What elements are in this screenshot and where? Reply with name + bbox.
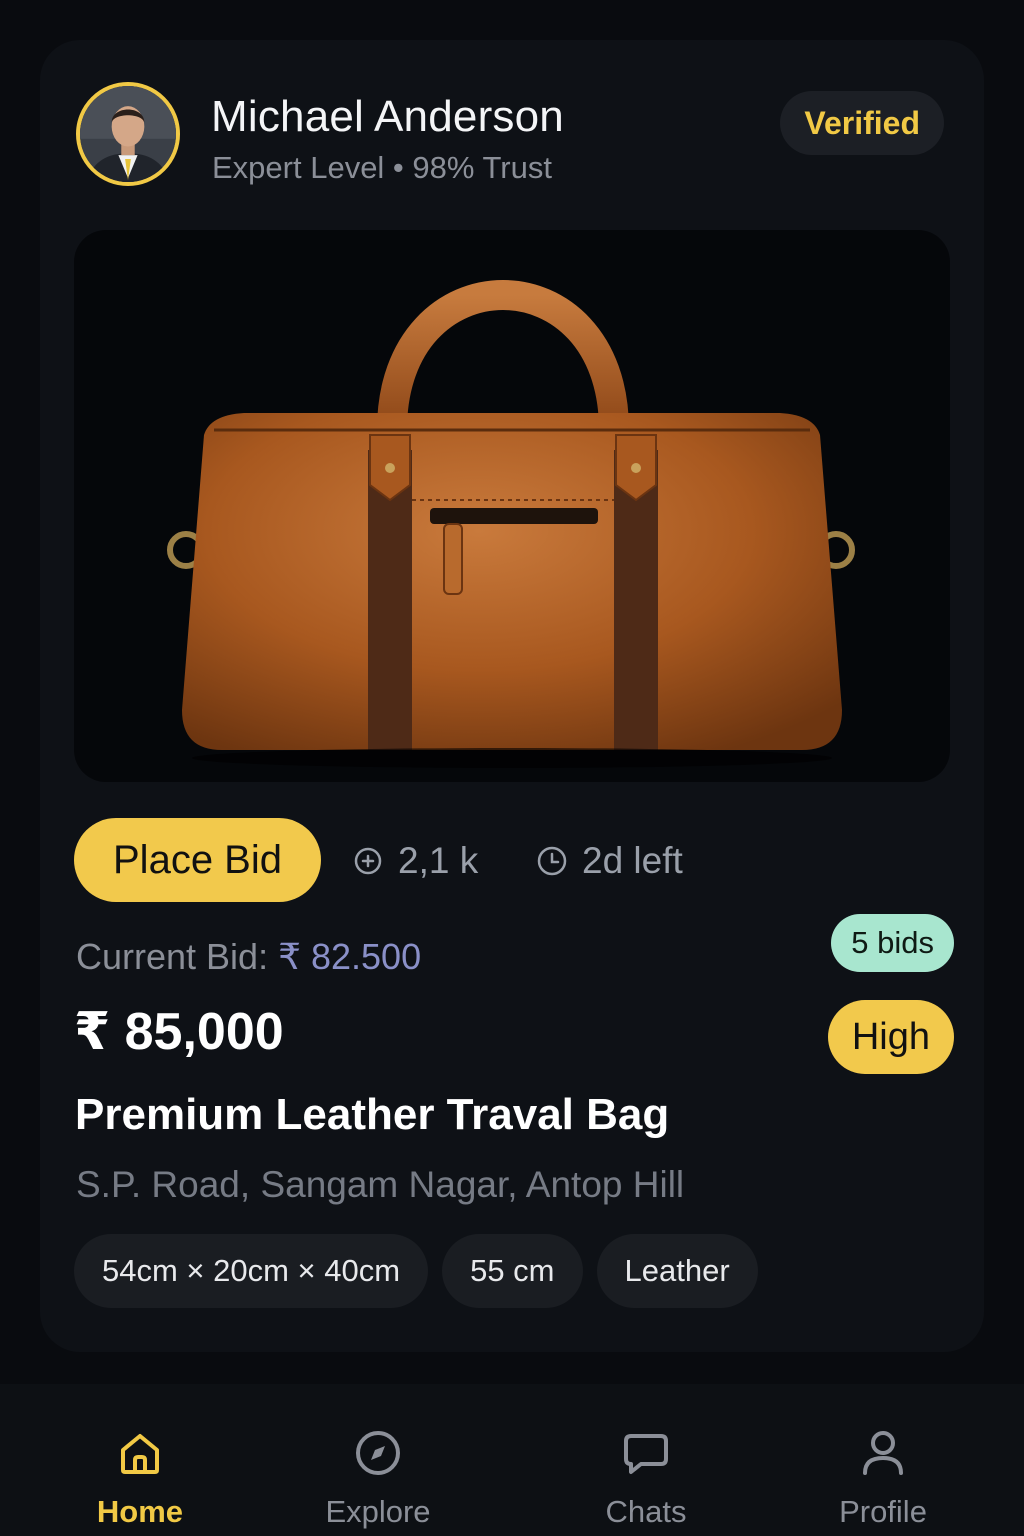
spec-chip-size[interactable]: 55 cm (442, 1234, 583, 1308)
views-stat: 2,1 k (352, 840, 478, 882)
listing-card[interactable]: Michael Anderson Expert Level • 98% Trus… (40, 40, 984, 1352)
plus-circle-icon (354, 847, 382, 875)
time-left-text: 2d left (582, 840, 683, 881)
clock-icon (537, 846, 567, 876)
current-bid: Current Bid: ₹ 82.500 (76, 936, 421, 978)
app-screen: Michael Anderson Expert Level • 98% Trus… (0, 0, 1024, 1536)
product-title: Premium Leather Traval Bag (75, 1090, 670, 1139)
place-bid-button[interactable]: Place Bid (74, 818, 321, 902)
nav-item-explore[interactable]: Explore (288, 1428, 468, 1536)
product-location: S.P. Road, Sangam Nagar, Antop Hill (76, 1164, 685, 1205)
demand-level-badge: High (827, 1000, 954, 1074)
time-left-stat: 2d left (536, 840, 683, 882)
current-bid-amount: ₹ 82.500 (278, 936, 422, 977)
views-count: 2,1 k (398, 840, 479, 881)
avatar[interactable] (76, 82, 180, 186)
compass-icon (356, 1431, 400, 1475)
nav-label-profile: Profile (839, 1494, 927, 1529)
spec-chips: 54cm × 20cm × 40cm 55 cm Leather (74, 1234, 758, 1308)
seller-portrait-icon (80, 86, 176, 182)
nav-item-home[interactable]: Home (50, 1428, 230, 1536)
bottom-nav: Home Explore Chats Profile (0, 1384, 1024, 1536)
spec-chip-dimensions[interactable]: 54cm × 20cm × 40cm (74, 1234, 429, 1308)
price: ₹ 85,000 (74, 1003, 284, 1061)
nav-label-home: Home (96, 1494, 184, 1529)
product-image[interactable] (74, 230, 950, 782)
action-row: Place Bid 2,1 k 2d left (74, 816, 950, 904)
seller-header: Michael Anderson Expert Level • 98% Trus… (76, 82, 944, 186)
nav-label-chats: Chats (605, 1494, 687, 1529)
nav-item-chats[interactable]: Chats (556, 1428, 736, 1536)
current-bid-label: Current Bid: (76, 936, 279, 977)
spec-chip-material[interactable]: Leather (596, 1234, 758, 1308)
bids-count-badge: 5 bids (831, 914, 954, 972)
person-icon (863, 1431, 903, 1475)
seller-name: Michael Anderson (211, 92, 564, 141)
leather-duffel-bag-photo-icon (167, 280, 855, 768)
nav-label-explore: Explore (325, 1494, 431, 1529)
chat-bubble-icon (624, 1434, 668, 1474)
nav-item-profile[interactable]: Profile (793, 1428, 973, 1536)
seller-meta: Expert Level • 98% Trust (212, 150, 552, 185)
verified-badge: Verified (780, 91, 944, 155)
home-icon (121, 1434, 159, 1474)
